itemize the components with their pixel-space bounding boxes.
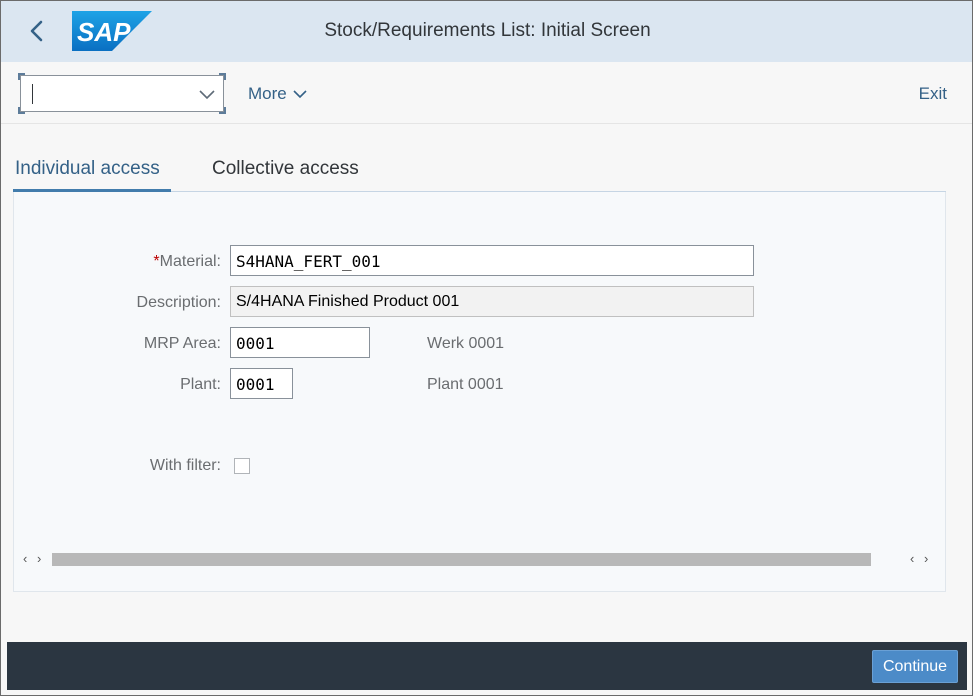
footer-bar: Continue [7,642,967,690]
app-window: SAP Stock/Requirements List: Initial Scr… [0,0,973,696]
more-button[interactable]: More [248,84,307,104]
text-caret [32,84,33,104]
scroll-arrows-left[interactable]: ‹ › [23,551,44,566]
material-label-text: Material: [159,253,221,270]
more-label: More [248,84,287,103]
plant-label: Plant: [180,376,221,393]
material-label: *Material: [21,253,221,271]
continue-button[interactable]: Continue [872,650,958,683]
focus-corner [219,73,226,80]
focus-corner [18,107,25,114]
tab-individual-access[interactable]: Individual access [15,158,160,180]
scroll-arrows-right[interactable]: ‹ › [910,551,931,566]
mrp-area-label: MRP Area: [143,335,221,352]
with-filter-checkbox[interactable] [234,458,250,474]
page-title-text: Stock/Requirements List: Initial Screen [324,20,651,41]
description-field: S/4HANA Finished Product 001 [230,286,754,317]
chevron-down-icon [293,90,307,99]
toolbar: More Exit [1,62,972,124]
shell-header: SAP Stock/Requirements List: Initial Scr… [1,1,972,62]
plant-text: Plant 0001 [427,376,504,393]
description-label: Description: [136,294,221,311]
material-input[interactable]: S4HANA_FERT_001 [230,245,754,276]
mrp-area-text: Werk 0001 [427,335,505,352]
with-filter-label: With filter: [149,457,221,474]
exit-button[interactable]: Exit [919,84,947,104]
focus-corner [219,107,226,114]
ok-code-field[interactable] [18,73,226,114]
mrp-area-input[interactable]: 0001 [230,327,370,358]
page-title: Stock/Requirements List: Initial Screen [1,20,972,42]
plant-input[interactable]: 0001 [230,368,293,399]
focus-corner [18,73,25,80]
horizontal-scrollbar[interactable] [52,553,871,566]
chevron-down-icon[interactable] [199,87,215,101]
tab-collective-access[interactable]: Collective access [212,158,359,180]
